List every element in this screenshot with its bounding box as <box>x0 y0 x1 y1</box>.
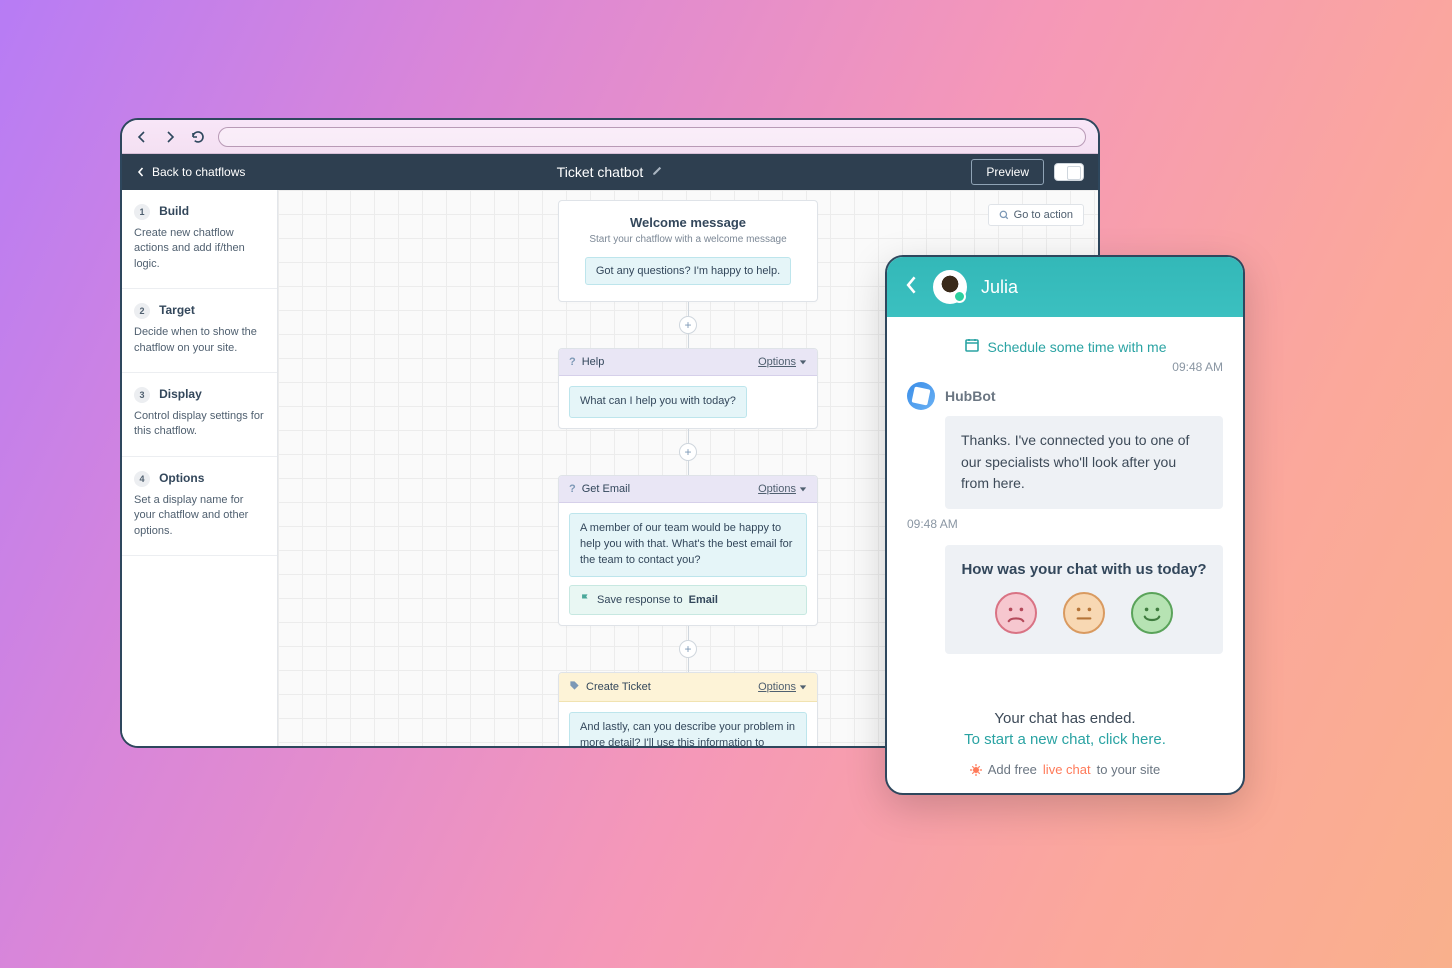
sidebar-step-options[interactable]: 4 Options Set a display name for your ch… <box>122 457 277 556</box>
schedule-link[interactable]: Schedule some time with me <box>907 337 1223 356</box>
address-bar[interactable] <box>218 127 1086 147</box>
agent-avatar <box>933 270 967 304</box>
start-new-chat-link[interactable]: To start a new chat, click here. <box>907 731 1223 748</box>
chat-back-icon[interactable] <box>905 274 919 300</box>
sprocket-icon <box>970 764 982 776</box>
sidebar-step-build[interactable]: 1 Build Create new chatflow actions and … <box>122 190 277 289</box>
sidebar-step-display[interactable]: 3 Display Control display settings for t… <box>122 373 277 457</box>
node-options-button[interactable]: Options <box>758 681 807 693</box>
node-header: ? Get Email Options <box>559 476 817 503</box>
go-to-action-button[interactable]: Go to action <box>988 204 1084 226</box>
timestamp: 09:48 AM <box>907 517 1223 531</box>
ticket-message: And lastly, can you describe your proble… <box>569 712 807 748</box>
chat-widget: Julia Schedule some time with me 09:48 A… <box>885 255 1245 795</box>
options-label: Options <box>758 681 796 693</box>
node-title: Help <box>582 356 605 368</box>
schedule-label: Schedule some time with me <box>988 339 1167 355</box>
node-create-ticket[interactable]: Create Ticket Options And lastly, can yo… <box>558 672 818 748</box>
tag-icon <box>569 680 580 694</box>
chat-ended-text: Your chat has ended. <box>907 710 1223 727</box>
timestamp: 09:48 AM <box>907 360 1223 374</box>
node-get-email[interactable]: ? Get Email Options A member of our team… <box>558 475 818 626</box>
page-title: Ticket chatbot <box>557 164 644 180</box>
rating-bad-button[interactable] <box>995 592 1037 634</box>
bot-avatar <box>907 382 935 410</box>
welcome-title: Welcome message <box>575 215 801 230</box>
rating-neutral-button[interactable] <box>1063 592 1105 634</box>
node-header: Create Ticket Options <box>559 673 817 702</box>
node-title: Get Email <box>582 483 630 495</box>
step-desc: Create new chatflow actions and add if/t… <box>134 226 265 272</box>
save-response-row: Save response to Email <box>569 585 807 615</box>
agent-name: Julia <box>981 277 1018 298</box>
back-icon[interactable] <box>134 129 150 145</box>
addfree-pre: Add free <box>988 762 1037 777</box>
step-desc: Decide when to show the chatflow on your… <box>134 325 265 356</box>
rating-question: How was your chat with us today? <box>961 561 1207 578</box>
chat-footer: Your chat has ended. To start a new chat… <box>887 692 1243 793</box>
step-name: Options <box>159 471 204 485</box>
flow-column: Welcome message Start your chatflow with… <box>558 200 818 748</box>
step-desc: Control display settings for this chatfl… <box>134 409 265 440</box>
chat-message: Thanks. I've connected you to one of our… <box>945 416 1223 509</box>
step-name: Target <box>159 303 195 317</box>
connector <box>688 658 689 672</box>
forward-icon[interactable] <box>162 129 178 145</box>
publish-toggle[interactable] <box>1054 163 1084 181</box>
add-node-button[interactable]: + <box>679 443 697 461</box>
save-field: Email <box>689 594 718 606</box>
question-icon: ? <box>569 356 576 368</box>
options-label: Options <box>758 356 796 368</box>
question-icon: ? <box>569 483 576 495</box>
sender-row: HubBot <box>907 382 1223 410</box>
add-node-button[interactable]: + <box>679 640 697 658</box>
welcome-message: Got any questions? I'm happy to help. <box>585 257 791 285</box>
node-options-button[interactable]: Options <box>758 483 807 495</box>
add-node-button[interactable]: + <box>679 316 697 334</box>
step-number: 1 <box>134 204 150 220</box>
node-header: ? Help Options <box>559 349 817 376</box>
app-header: Back to chatflows Ticket chatbot Preview <box>122 154 1098 190</box>
chat-header: Julia <box>887 257 1243 317</box>
calendar-icon <box>964 337 980 356</box>
step-number: 4 <box>134 471 150 487</box>
step-number: 2 <box>134 303 150 319</box>
welcome-sub: Start your chatflow with a welcome messa… <box>575 234 801 245</box>
step-number: 3 <box>134 387 150 403</box>
connector <box>688 429 689 443</box>
flag-icon <box>580 593 591 607</box>
page-title-wrap: Ticket chatbot <box>122 164 1098 180</box>
step-name: Build <box>159 204 189 218</box>
step-desc: Set a display name for your chatflow and… <box>134 493 265 539</box>
node-options-button[interactable]: Options <box>758 356 807 368</box>
add-free-livechat-link[interactable]: Add free live chat to your site <box>907 762 1223 777</box>
save-prefix: Save response to <box>597 594 683 606</box>
sender-name: HubBot <box>945 388 996 404</box>
rating-good-button[interactable] <box>1131 592 1173 634</box>
chat-body: Schedule some time with me 09:48 AM HubB… <box>887 317 1243 692</box>
node-help[interactable]: ? Help Options What can I help you with … <box>558 348 818 429</box>
browser-chrome <box>122 120 1098 154</box>
connector <box>688 461 689 475</box>
step-name: Display <box>159 387 202 401</box>
preview-button[interactable]: Preview <box>971 159 1044 185</box>
connector <box>688 626 689 640</box>
sidebar-step-target[interactable]: 2 Target Decide when to show the chatflo… <box>122 289 277 373</box>
addfree-link: live chat <box>1043 762 1091 777</box>
options-label: Options <box>758 483 796 495</box>
refresh-icon[interactable] <box>190 129 206 145</box>
sidebar: 1 Build Create new chatflow actions and … <box>122 190 278 746</box>
connector <box>688 302 689 316</box>
connector <box>688 334 689 348</box>
node-welcome[interactable]: Welcome message Start your chatflow with… <box>558 200 818 302</box>
help-message: What can I help you with today? <box>569 386 747 418</box>
go-to-action-label: Go to action <box>1014 209 1073 221</box>
rating-card: How was your chat with us today? <box>945 545 1223 654</box>
addfree-post: to your site <box>1097 762 1161 777</box>
edit-title-icon[interactable] <box>651 164 663 180</box>
node-title: Create Ticket <box>586 681 651 693</box>
email-message: A member of our team would be happy to h… <box>569 513 807 577</box>
